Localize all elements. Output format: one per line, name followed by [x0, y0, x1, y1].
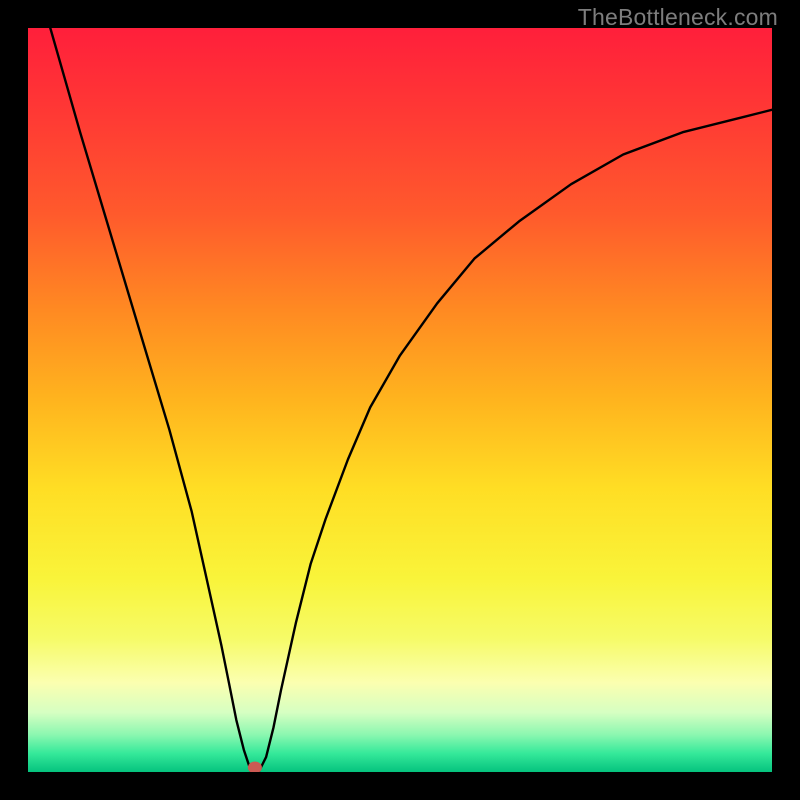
watermark-text: TheBottleneck.com	[578, 4, 778, 31]
bottleneck-chart	[28, 28, 772, 772]
chart-frame: TheBottleneck.com	[0, 0, 800, 800]
plot-area	[28, 28, 772, 772]
